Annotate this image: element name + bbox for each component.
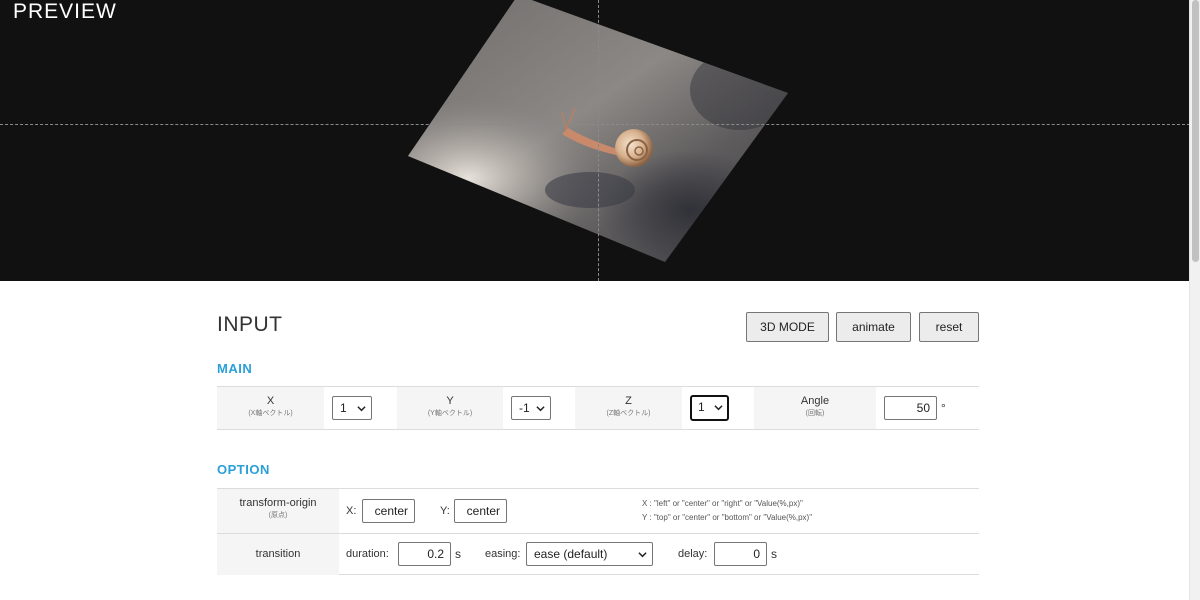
origin-y-input[interactable]: center (454, 499, 507, 523)
y-select[interactable]: -1 (511, 396, 551, 420)
x-sublabel: (X軸ベクトル) (248, 410, 293, 417)
x-select[interactable]: 1 (332, 396, 372, 420)
preview-area: PREVIEW (0, 0, 1200, 281)
main-table: X (X軸ベクトル) 1 Y (Y軸ベクトル) -1 Z (Z軸ベクトル) 1 … (217, 386, 979, 430)
main-section-label: MAIN (217, 361, 253, 376)
option-table: transform-origin (原点) X: center Y: cente… (217, 488, 979, 575)
y-sublabel: (Y軸ベクトル) (427, 410, 473, 417)
z-select[interactable]: 1 (690, 395, 729, 421)
z-header: Z (Z軸ベクトル) (575, 387, 682, 429)
delay-unit: s (771, 547, 777, 561)
easing-label: easing: (485, 548, 521, 560)
guide-line-vertical (598, 0, 599, 281)
chevron-down-icon (357, 406, 366, 412)
z-label: Z (625, 395, 632, 407)
transform-origin-sublabel: (原点) (268, 512, 288, 519)
duration-unit: s (455, 547, 461, 561)
y-label: Y (446, 395, 454, 407)
y-select-value: -1 (519, 401, 530, 415)
transform-origin-label: transform-origin (239, 497, 317, 509)
chevron-down-icon (536, 406, 545, 412)
easing-select-value: ease (default) (534, 547, 608, 561)
duration-label: duration: (346, 548, 389, 560)
origin-y-label: Y: (440, 505, 450, 517)
delay-input[interactable]: 0 (714, 542, 767, 566)
3d-mode-button[interactable]: 3D MODE (746, 312, 829, 342)
angle-unit: ° (941, 401, 946, 415)
angle-label: Angle (800, 395, 830, 407)
guide-line-horizontal (0, 124, 1200, 125)
x-select-value: 1 (340, 401, 347, 415)
origin-y-hint: Y : "top" or "center" or "bottom" or "Va… (642, 513, 813, 522)
reset-button[interactable]: reset (919, 312, 979, 342)
delay-label: delay: (678, 548, 708, 560)
chevron-down-icon (638, 552, 647, 558)
chevron-down-icon (714, 405, 723, 411)
angle-header: Angle (回転) (754, 387, 876, 429)
z-sublabel: (Z軸ベクトル) (606, 410, 651, 417)
origin-x-input[interactable]: center (362, 499, 415, 523)
preview-title: PREVIEW (13, 0, 117, 23)
x-header: X (X軸ベクトル) (217, 387, 324, 429)
input-title: INPUT (217, 313, 283, 336)
preview-image (408, 0, 788, 262)
option-section-label: OPTION (217, 462, 270, 477)
angle-input[interactable]: 50 (884, 396, 937, 420)
z-select-value: 1 (698, 400, 705, 414)
transform-origin-header: transform-origin (原点) (217, 489, 339, 533)
origin-x-hint: X : "left" or "center" or "right" or "Va… (642, 499, 803, 508)
duration-input[interactable]: 0.2 (398, 542, 451, 566)
transition-header: transition (217, 534, 339, 575)
x-label: X (266, 395, 275, 407)
scrollbar-thumb[interactable] (1192, 0, 1199, 262)
easing-select[interactable]: ease (default) (526, 542, 653, 566)
angle-sublabel: (回転) (805, 410, 825, 417)
origin-x-label: X: (346, 505, 357, 517)
animate-button[interactable]: animate (836, 312, 911, 342)
page-scrollbar[interactable] (1189, 0, 1200, 600)
transition-label: transition (255, 548, 301, 560)
y-header: Y (Y軸ベクトル) (397, 387, 503, 429)
